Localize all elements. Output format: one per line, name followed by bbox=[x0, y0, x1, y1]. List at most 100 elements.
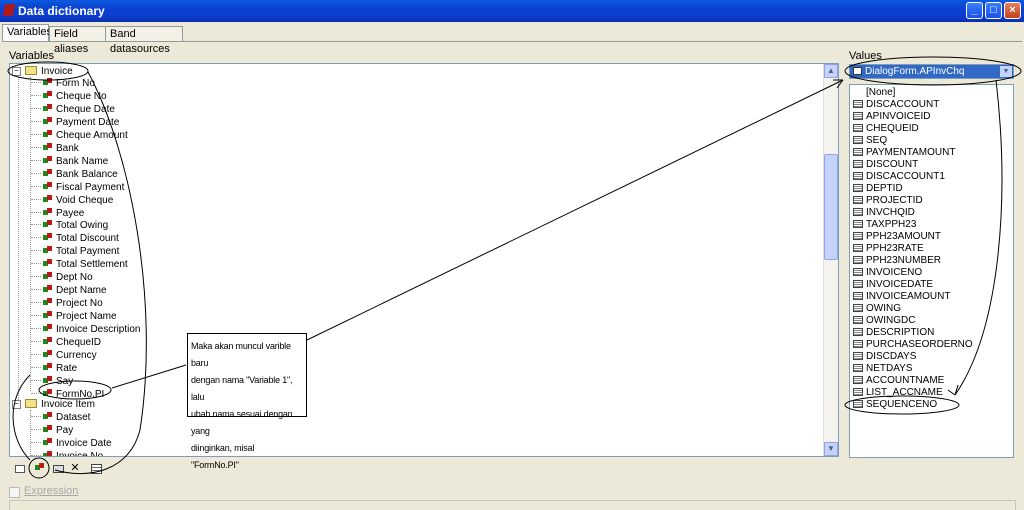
tree-variable-item[interactable]: Invoice Description bbox=[31, 323, 140, 336]
expression-checkbox[interactable] bbox=[9, 487, 20, 498]
variable-icon bbox=[43, 78, 52, 87]
tree-variable-item[interactable]: Say bbox=[31, 375, 73, 388]
tree-variable-item[interactable]: Pay bbox=[31, 424, 73, 437]
tree-variable-item[interactable]: Cheque Amount bbox=[31, 129, 128, 142]
value-field-item[interactable]: ACCOUNTNAME bbox=[853, 375, 944, 387]
new-variable-button[interactable] bbox=[32, 462, 46, 475]
maximize-button[interactable]: □ bbox=[985, 2, 1002, 19]
tree-variable-item[interactable]: Cheque Date bbox=[31, 103, 115, 116]
tree-variable-item[interactable]: Payment Date bbox=[31, 116, 119, 129]
tree-variable-item[interactable]: Invoice No bbox=[31, 450, 103, 456]
value-field-item[interactable]: LIST_ACCNAME bbox=[853, 387, 943, 399]
tree-variable-item[interactable]: Payee bbox=[31, 207, 84, 220]
variable-icon bbox=[43, 220, 52, 229]
tree-variable-label: Project No bbox=[56, 298, 103, 310]
tree-variable-item[interactable]: Void Cheque bbox=[31, 194, 113, 207]
value-field-item[interactable]: OWING bbox=[853, 303, 901, 315]
tree-variable-item[interactable]: Total Discount bbox=[31, 232, 119, 245]
tree-variable-item[interactable]: Form No bbox=[31, 77, 95, 90]
variable-icon bbox=[43, 272, 52, 281]
tree-variable-item[interactable]: Dept Name bbox=[31, 284, 107, 297]
value-field-item[interactable]: TAXPPH23 bbox=[853, 219, 916, 231]
value-field-item[interactable]: INVOICENO bbox=[853, 267, 922, 279]
value-field-item[interactable]: PAYMENTAMOUNT bbox=[853, 147, 955, 159]
callout-line: ubah nama sesuai dengan yang bbox=[191, 409, 293, 436]
values-list[interactable]: [None] DISCACCOUNT APINVOICEID CHEQUEID SEQ P… bbox=[849, 84, 1014, 458]
tree-variable-item[interactable]: Bank Name bbox=[31, 155, 108, 168]
values-datasource-select[interactable]: DialogForm.APInvChq ▼ bbox=[849, 64, 1014, 79]
value-field-label: NETDAYS bbox=[866, 363, 913, 374]
tree-variable-label: Cheque Amount bbox=[56, 129, 128, 141]
value-field-item[interactable]: SEQUENCENO bbox=[853, 399, 937, 411]
tree-variable-item[interactable]: Total Settlement bbox=[31, 258, 128, 271]
scroll-down-button[interactable]: ▼ bbox=[824, 442, 838, 456]
field-icon bbox=[853, 100, 863, 108]
variable-icon bbox=[43, 194, 52, 204]
properties-icon bbox=[90, 464, 102, 474]
tree-variable-item[interactable]: ChequeID bbox=[31, 336, 101, 349]
tab-variables[interactable]: Variables bbox=[2, 24, 52, 42]
callout-line: dengan nama "Variable 1", lalu bbox=[191, 375, 293, 402]
variables-tree[interactable]: − Invoice Form No Cheque No Cheque Date Paym… bbox=[9, 63, 839, 457]
value-field-item[interactable]: NETDAYS bbox=[853, 363, 913, 375]
value-field-item[interactable]: PPH23NUMBER bbox=[853, 255, 941, 267]
value-field-item[interactable]: PPH23AMOUNT bbox=[853, 231, 941, 243]
value-field-item[interactable]: CHEQUEID bbox=[853, 123, 919, 135]
variable-icon bbox=[43, 103, 52, 113]
tree-variable-item[interactable]: Invoice Date bbox=[31, 437, 112, 450]
scroll-up-button[interactable]: ▲ bbox=[824, 64, 838, 78]
tree-group-invoice-item[interactable]: − Invoice Item bbox=[12, 398, 95, 411]
tree-variable-item[interactable]: Currency bbox=[31, 349, 97, 362]
tree-variable-item[interactable]: Total Payment bbox=[31, 245, 119, 258]
tree-connector bbox=[31, 302, 41, 304]
value-field-item[interactable]: DISCDAYS bbox=[853, 351, 916, 363]
value-field-item[interactable]: OWINGDC bbox=[853, 315, 915, 327]
close-button[interactable]: × bbox=[1004, 2, 1021, 19]
tree-variable-item[interactable]: Total Owing bbox=[31, 219, 108, 232]
field-icon bbox=[853, 280, 863, 288]
value-field-item[interactable]: DESCRIPTION bbox=[853, 327, 934, 339]
value-field-label: OWING bbox=[866, 303, 901, 314]
tree-scrollbar[interactable]: ▲ ▼ bbox=[823, 64, 838, 456]
scroll-thumb[interactable] bbox=[824, 154, 838, 260]
tree-variable-item[interactable]: Bank bbox=[31, 142, 79, 155]
new-category-button[interactable] bbox=[13, 462, 27, 475]
value-field-item[interactable]: DISCOUNT bbox=[853, 159, 918, 171]
tab-field-aliases[interactable]: Field aliases bbox=[49, 26, 106, 55]
tree-variable-item[interactable]: Cheque No bbox=[31, 90, 107, 103]
value-field-item[interactable]: INVOICEAMOUNT bbox=[853, 291, 950, 303]
field-icon bbox=[853, 316, 863, 324]
delete-button[interactable]: ✕ bbox=[68, 462, 82, 475]
tab-band-datasources[interactable]: Band datasources bbox=[105, 26, 183, 55]
collapse-icon[interactable]: − bbox=[12, 67, 21, 76]
value-field-item[interactable]: SEQ bbox=[853, 135, 887, 147]
tree-variable-item[interactable]: Dept No bbox=[31, 271, 93, 284]
value-field-item[interactable]: PURCHASEORDERNO bbox=[853, 339, 973, 351]
value-field-item[interactable]: DISCACCOUNT bbox=[853, 99, 939, 111]
tree-variable-item[interactable]: Project No bbox=[31, 297, 103, 310]
collapse-icon[interactable]: − bbox=[12, 400, 21, 409]
tree-variable-item[interactable]: Dataset bbox=[31, 411, 90, 424]
value-field-item[interactable]: DEPTID bbox=[853, 183, 903, 195]
value-field-label: DISCDAYS bbox=[866, 351, 917, 362]
field-icon bbox=[853, 388, 863, 396]
value-field-label: SEQ bbox=[866, 135, 888, 146]
edit-button[interactable] bbox=[51, 462, 65, 475]
value-field-item[interactable]: PROJECTID bbox=[853, 195, 923, 207]
tree-variable-item[interactable]: Project Name bbox=[31, 310, 117, 323]
tree-variable-item[interactable]: Bank Balance bbox=[31, 168, 118, 181]
value-field-item[interactable]: DISCACCOUNT1 bbox=[853, 171, 945, 183]
properties-button[interactable] bbox=[89, 462, 103, 475]
value-field-item[interactable]: INVCHQID bbox=[853, 207, 915, 219]
tree-variable-item[interactable]: Fiscal Payment bbox=[31, 181, 124, 194]
value-field-item[interactable]: INVOICEDATE bbox=[853, 279, 933, 291]
chevron-down-icon[interactable]: ▼ bbox=[1000, 66, 1012, 77]
tree-variable-label: Fiscal Payment bbox=[56, 181, 125, 193]
value-field-label: PAYMENTAMOUNT bbox=[866, 147, 956, 158]
value-field-item[interactable]: PPH23RATE bbox=[853, 243, 924, 255]
value-field-item[interactable]: APINVOICEID bbox=[853, 111, 930, 123]
tree-variable-item[interactable]: Rate bbox=[31, 362, 77, 375]
tree-variable-label: Bank Balance bbox=[56, 168, 118, 180]
minimize-button[interactable]: _ bbox=[966, 2, 983, 19]
value-item-none[interactable]: [None] bbox=[866, 87, 895, 99]
